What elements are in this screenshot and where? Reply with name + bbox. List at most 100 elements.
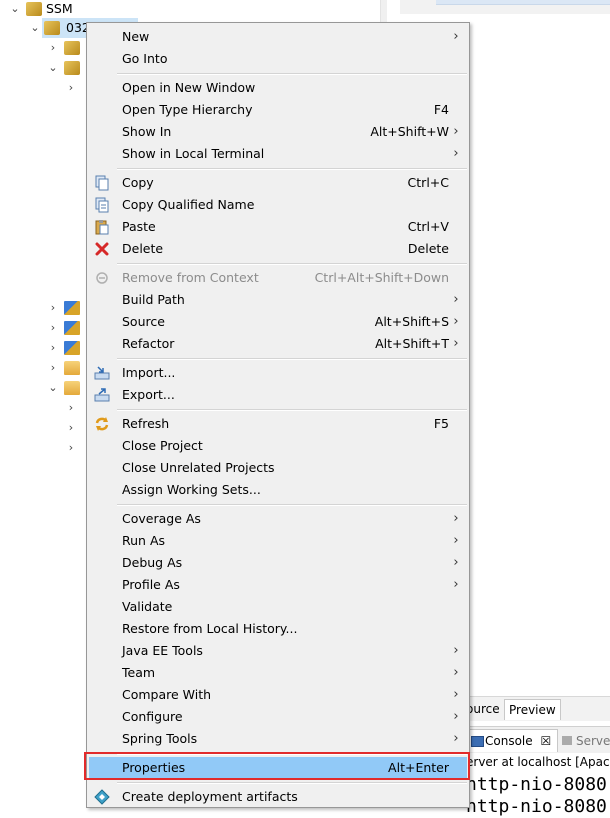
chevron-down-icon[interactable]: ⌄: [10, 3, 20, 14]
menu-item-spring-tools[interactable]: Spring Tools ›: [89, 728, 467, 750]
menu-item-profile-as[interactable]: Profile As ›: [89, 574, 467, 596]
menu-item-label: Configure: [122, 709, 183, 724]
context-menu: New › Go Into Open in New Window Open Ty…: [86, 22, 470, 808]
tree-node-folder[interactable]: ›: [48, 359, 88, 377]
import-icon: [94, 365, 110, 381]
menu-item-shortcut: Alt+Shift+S: [374, 314, 449, 329]
chevron-right-icon[interactable]: ›: [66, 442, 76, 453]
library-icon: [64, 341, 80, 355]
submenu-arrow-icon: ›: [453, 643, 459, 658]
menu-item-team[interactable]: Team ›: [89, 662, 467, 684]
menu-item-go-into[interactable]: Go Into: [89, 48, 467, 70]
menu-item-export[interactable]: Export...: [89, 384, 467, 406]
menu-item-coverage-as[interactable]: Coverage As ›: [89, 508, 467, 530]
menu-item-run-as[interactable]: Run As ›: [89, 530, 467, 552]
tree-node-child[interactable]: ›: [48, 39, 88, 57]
menu-item-source[interactable]: Source Alt+Shift+S ›: [89, 311, 467, 333]
tab-preview[interactable]: Preview: [504, 699, 561, 720]
tab-console[interactable]: Console ☒: [468, 729, 559, 752]
working-set-icon: [26, 2, 42, 16]
tree-node-child[interactable]: ›: [66, 399, 86, 417]
tree-node-child[interactable]: ›: [66, 439, 86, 457]
submenu-arrow-icon: ›: [453, 533, 459, 548]
menu-item-new[interactable]: New ›: [89, 26, 467, 48]
menu-item-delete[interactable]: Delete Delete: [89, 238, 467, 260]
menu-item-show-local-terminal[interactable]: Show in Local Terminal ›: [89, 143, 467, 165]
tree-node-library[interactable]: ›: [48, 299, 88, 317]
tree-node-child[interactable]: ›: [66, 419, 86, 437]
menu-item-label: Restore from Local History...: [122, 621, 298, 636]
close-icon[interactable]: ☒: [540, 734, 551, 748]
menu-item-remove-from-context: Remove from Context Ctrl+Alt+Shift+Down: [89, 267, 467, 289]
menu-item-import[interactable]: Import...: [89, 362, 467, 384]
menu-item-label: Debug As: [122, 555, 183, 570]
chevron-down-icon[interactable]: ⌄: [48, 382, 58, 393]
menu-item-build-path[interactable]: Build Path ›: [89, 289, 467, 311]
export-icon: [94, 387, 110, 403]
menu-separator: [117, 168, 467, 170]
package-icon: [64, 61, 80, 75]
folder-icon: [64, 381, 80, 395]
library-icon: [64, 301, 80, 315]
menu-item-restore-local-history[interactable]: Restore from Local History...: [89, 618, 467, 640]
menu-item-open-new-window[interactable]: Open in New Window: [89, 77, 467, 99]
menu-item-label: Show in Local Terminal: [122, 146, 265, 161]
menu-item-close-unrelated-projects[interactable]: Close Unrelated Projects: [89, 457, 467, 479]
submenu-arrow-icon: ›: [453, 731, 459, 746]
tree-node-library[interactable]: ›: [48, 319, 88, 337]
tree-node-child[interactable]: ⌄: [48, 59, 88, 77]
submenu-arrow-icon: ›: [453, 709, 459, 724]
menu-item-open-type-hierarchy[interactable]: Open Type Hierarchy F4: [89, 99, 467, 121]
servers-icon: [562, 736, 572, 745]
tab-servers[interactable]: Server: [562, 732, 610, 750]
chevron-right-icon[interactable]: ›: [48, 302, 58, 313]
menu-item-configure[interactable]: Configure ›: [89, 706, 467, 728]
menu-item-show-in[interactable]: Show In Alt+Shift+W ›: [89, 121, 467, 143]
project-icon: [44, 21, 60, 35]
menu-item-assign-working-sets[interactable]: Assign Working Sets...: [89, 479, 467, 501]
menu-item-java-ee-tools[interactable]: Java EE Tools ›: [89, 640, 467, 662]
chevron-right-icon[interactable]: ›: [48, 322, 58, 333]
menu-item-label: Build Path: [122, 292, 185, 307]
chevron-right-icon[interactable]: ›: [66, 402, 76, 413]
menu-separator: [117, 782, 467, 784]
menu-item-copy[interactable]: Copy Ctrl+C: [89, 172, 467, 194]
menu-item-label: Copy Qualified Name: [122, 197, 255, 212]
menu-item-validate[interactable]: Validate: [89, 596, 467, 618]
tree-node-child[interactable]: ›: [66, 79, 86, 97]
editor-bottom-tabs: ource Preview: [462, 696, 610, 721]
editor-area: [400, 0, 610, 14]
menu-item-shortcut: Ctrl+C: [407, 175, 449, 190]
tree-node-library[interactable]: ›: [48, 339, 88, 357]
submenu-arrow-icon: ›: [453, 29, 459, 44]
chevron-down-icon[interactable]: ⌄: [48, 62, 58, 73]
chevron-right-icon[interactable]: ›: [48, 362, 58, 373]
console-line: http-nio-8080: [466, 796, 607, 817]
menu-item-create-deployment-artifacts[interactable]: Create deployment artifacts: [89, 786, 467, 808]
package-icon: [64, 41, 80, 55]
menu-item-shortcut: Delete: [407, 241, 449, 256]
tree-node-folder[interactable]: ⌄: [48, 379, 88, 397]
console-description: erver at localhost [Apach: [466, 755, 610, 769]
console-line: http-nio-8080: [466, 774, 607, 795]
menu-separator: [117, 263, 467, 265]
menu-item-copy-qualified-name[interactable]: Copy Qualified Name: [89, 194, 467, 216]
menu-item-refactor[interactable]: Refactor Alt+Shift+T ›: [89, 333, 467, 355]
menu-item-paste[interactable]: Paste Ctrl+V: [89, 216, 467, 238]
menu-item-compare-with[interactable]: Compare With ›: [89, 684, 467, 706]
menu-item-label: Assign Working Sets...: [122, 482, 261, 497]
submenu-arrow-icon: ›: [453, 292, 459, 307]
chevron-right-icon[interactable]: ›: [66, 422, 76, 433]
menu-item-label: Profile As: [122, 577, 180, 592]
chevron-right-icon[interactable]: ›: [48, 342, 58, 353]
menu-item-debug-as[interactable]: Debug As ›: [89, 552, 467, 574]
chevron-right-icon[interactable]: ›: [66, 82, 76, 93]
menu-item-shortcut: Ctrl+Alt+Shift+Down: [314, 270, 449, 285]
tree-node-ssm[interactable]: ⌄ SSM: [10, 0, 130, 18]
menu-item-refresh[interactable]: Refresh F5: [89, 413, 467, 435]
menu-item-close-project[interactable]: Close Project: [89, 435, 467, 457]
delete-icon: [94, 241, 110, 257]
chevron-down-icon[interactable]: ⌄: [30, 22, 40, 33]
chevron-right-icon[interactable]: ›: [48, 42, 58, 53]
menu-item-label: Coverage As: [122, 511, 201, 526]
